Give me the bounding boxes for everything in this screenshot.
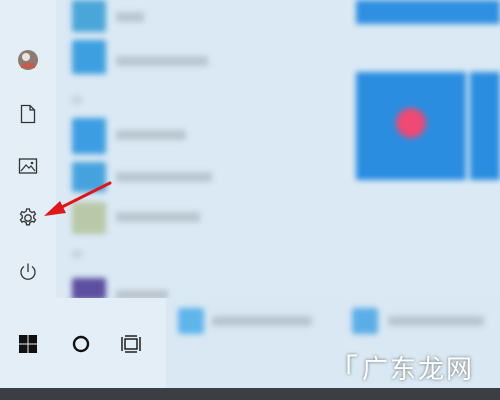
app-label [116, 56, 208, 66]
start-menu-left-rail [0, 0, 56, 298]
task-view-button[interactable] [106, 322, 156, 366]
watermark-text: 广东龙网 [361, 354, 474, 385]
tile-pink-icon [396, 108, 426, 138]
pinned-label [388, 316, 484, 326]
pictures-icon [18, 158, 38, 174]
task-view-icon [121, 335, 141, 353]
taskbar [0, 298, 166, 388]
blurred-app-list [56, 0, 500, 298]
tile [470, 72, 500, 180]
app-icon [72, 202, 106, 234]
user-avatar-icon [18, 50, 38, 70]
watermark-bracket: 「 [327, 353, 360, 388]
app-label [116, 212, 200, 222]
power-button[interactable] [0, 252, 56, 292]
app-icon [72, 40, 106, 74]
section-letter [72, 96, 82, 104]
start-menu-app-list [56, 0, 500, 298]
user-account-button[interactable] [0, 40, 56, 80]
tile [356, 0, 500, 24]
app-label [116, 172, 212, 182]
document-icon [20, 104, 36, 124]
app-icon [72, 0, 106, 32]
pinned-icon [352, 308, 378, 334]
watermark: 「广东龙网 [328, 352, 474, 388]
cortana-circle-icon [72, 335, 90, 353]
app-label [116, 12, 144, 22]
app-label [116, 130, 186, 140]
bottom-dark-bar [0, 388, 500, 400]
pictures-button[interactable] [0, 146, 56, 186]
windows-logo-icon [19, 335, 37, 353]
power-icon [20, 263, 36, 280]
pinned-icon [178, 308, 204, 334]
documents-button[interactable] [0, 94, 56, 134]
app-icon [72, 118, 106, 154]
section-letter [72, 250, 82, 258]
app-icon [72, 162, 106, 192]
app-icon [72, 278, 106, 298]
search-button[interactable] [56, 322, 106, 366]
start-button[interactable] [3, 322, 53, 366]
settings-button[interactable] [0, 198, 56, 238]
gear-icon [19, 208, 37, 226]
app-label [116, 290, 168, 298]
pinned-label [212, 316, 312, 326]
